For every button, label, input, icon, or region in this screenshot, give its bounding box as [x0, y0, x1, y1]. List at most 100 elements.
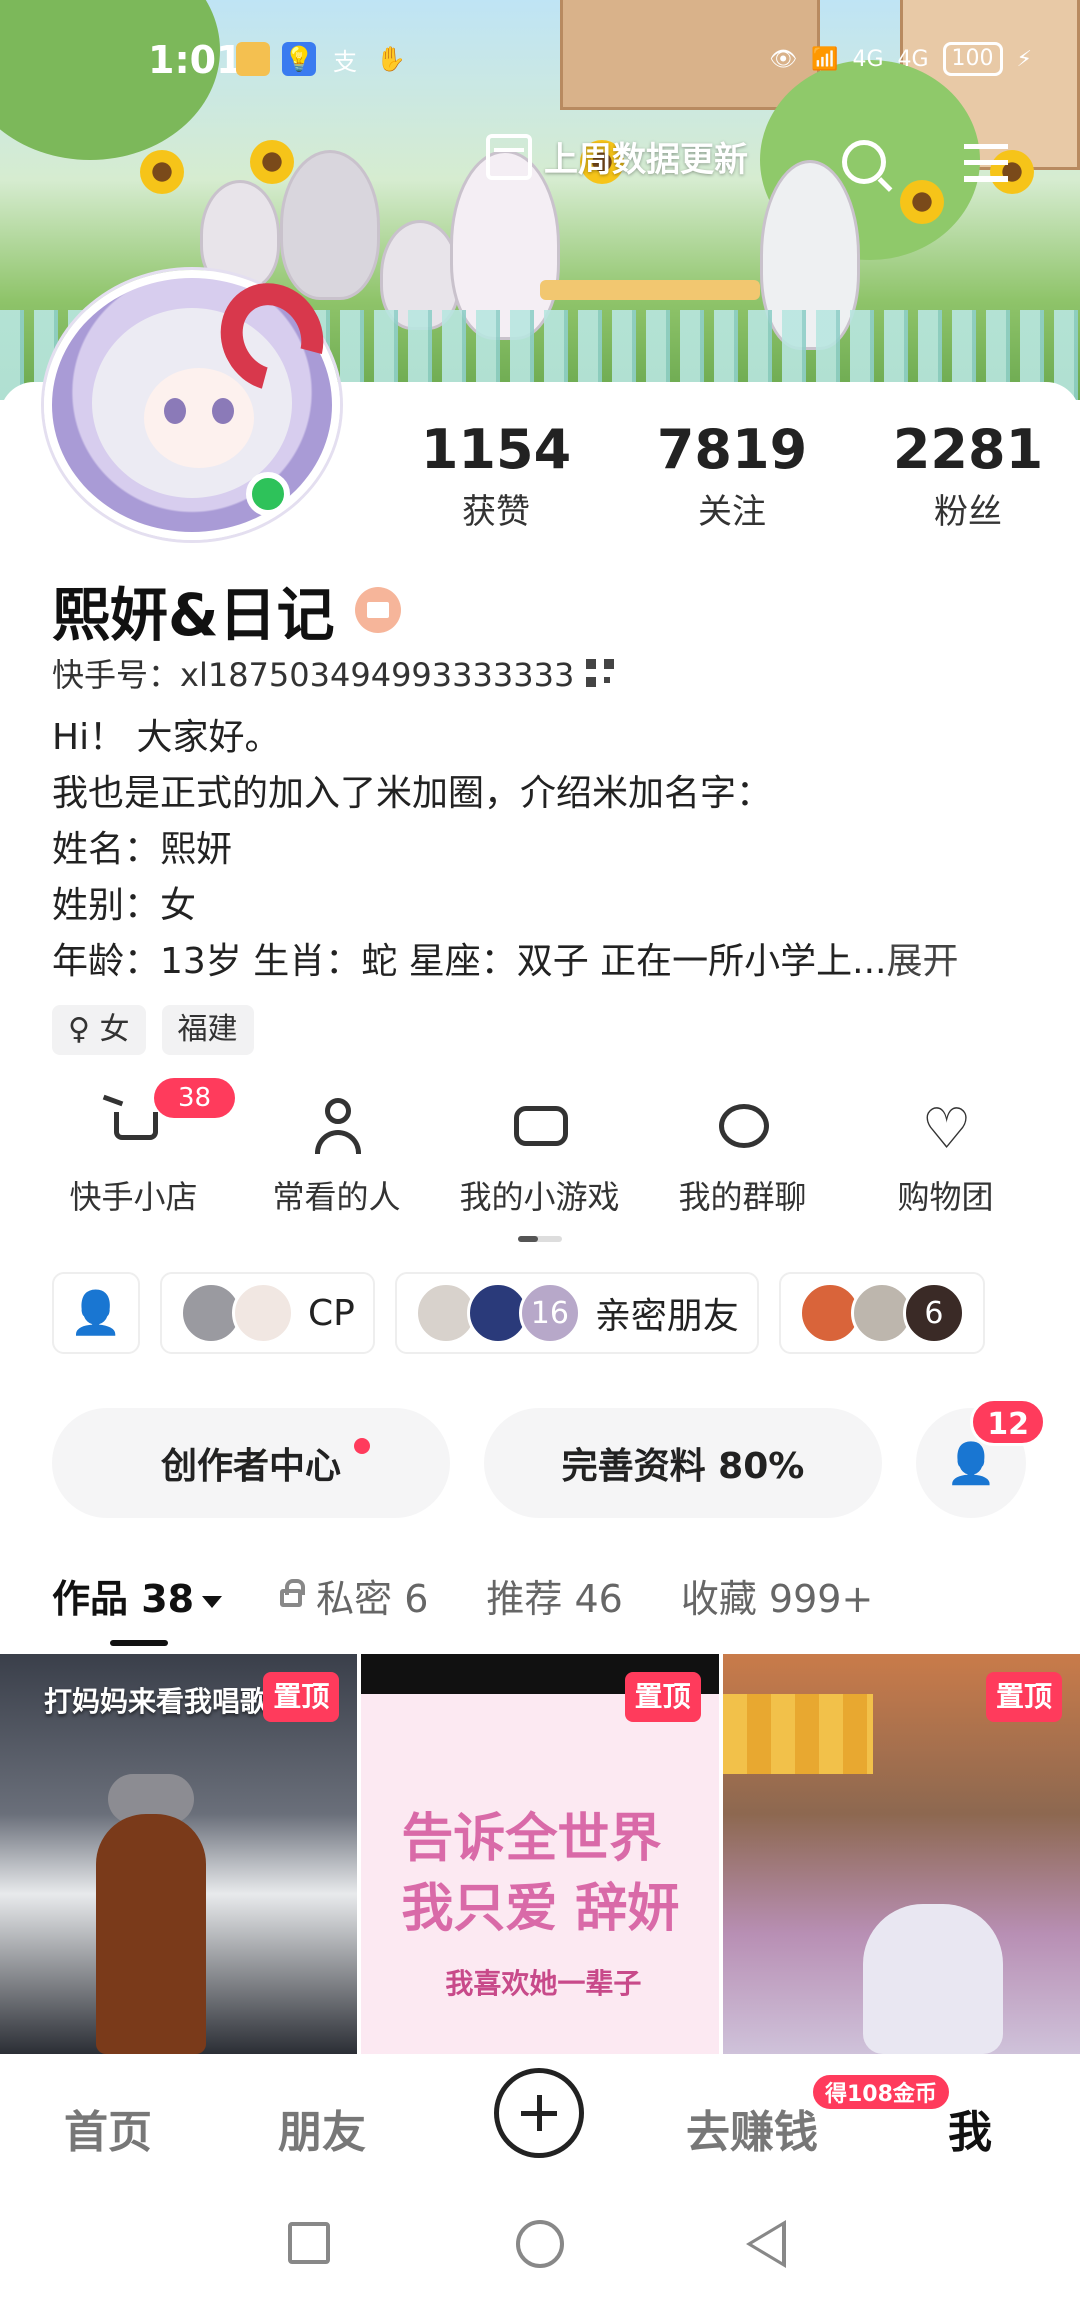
shortcut-shop[interactable]: 快手小店 38预售	[32, 1078, 235, 1218]
stat-followers[interactable]: 2281 粉丝	[850, 418, 1080, 533]
post-caption-line: 我只爱 辞妍	[401, 1879, 680, 1939]
wifi-icon: 📶	[811, 46, 839, 72]
bio: Hi！ 大家好。 我也是正式的加入了米加圈，介绍米加名字： 姓名：熙妍 姓别：女…	[52, 710, 959, 990]
post-caption-small: 我喜欢她一辈子	[445, 1967, 642, 2000]
stat-label: 粉丝	[934, 492, 1002, 532]
close-friends-label: 亲密朋友	[594, 1296, 739, 1337]
page-indicator	[518, 1236, 562, 1242]
badge-icon[interactable]	[354, 587, 401, 633]
nav-home[interactable]: 首页	[64, 2096, 152, 2160]
pinned-badge: 置顶	[263, 1672, 340, 1722]
thumbnail-figure	[96, 1814, 206, 2054]
tag-gender: ♀ 女	[52, 1005, 146, 1055]
thumbnail-awning	[722, 1694, 873, 1774]
shortcut-label: 我的群聊	[678, 1178, 807, 1216]
status-right: 👁 📶 4G 4G 100 ⚡	[769, 42, 1032, 76]
pinned-badge: 置顶	[985, 1672, 1062, 1722]
post-thumbnail[interactable]: 置顶	[722, 1654, 1080, 2054]
shortcuts-row: 快手小店 38预售 常看的人 我的小游戏 我的群聊 ♡ 购物团	[32, 1078, 1048, 1218]
bio-line: 年龄：13岁 生肖：蛇 星座：双子 正在一所小学上...	[52, 941, 887, 982]
signal-label-1: 4G	[852, 46, 884, 72]
shortcut-label: 购物团	[897, 1178, 994, 1216]
stat-label: 关注	[698, 492, 766, 532]
nav-earn[interactable]: 去赚钱	[686, 2096, 818, 2160]
presale-badge: 38预售	[154, 1078, 235, 1153]
recent-apps-icon[interactable]	[288, 2222, 330, 2264]
tab-works[interactable]: 作品 38	[52, 1568, 223, 1646]
tab-label: 推荐 46	[486, 1577, 623, 1621]
sunflower	[250, 140, 294, 184]
stat-label: 获赞	[462, 492, 530, 532]
hand-icon: ✋	[376, 45, 406, 73]
post-thumbnail[interactable]: 告诉全世界 我只爱 辞妍 我喜欢她一辈子 置顶	[361, 1654, 719, 2054]
profile-stats: 1154 获赞 7819 关注 2281 粉丝	[378, 418, 1080, 533]
cp-label: CP	[308, 1292, 355, 1334]
nav-me[interactable]: 我	[948, 2096, 992, 2160]
charging-icon: ⚡	[1016, 46, 1032, 72]
bio-expand-link[interactable]: 展开	[886, 941, 958, 982]
close-friends-card[interactable]: 16 亲密朋友	[394, 1272, 759, 1354]
complete-profile-button[interactable]: 完善资料 80%	[484, 1408, 882, 1518]
shortcut-frequent-people[interactable]: 常看的人	[235, 1096, 438, 1218]
gamepad-icon	[510, 1096, 570, 1156]
post-caption: 告诉全世界 我只爱 辞妍	[401, 1804, 679, 1944]
bio-line: 姓别：女	[52, 885, 197, 926]
post-thumbnail[interactable]: 打妈妈来看我唱歌 置顶	[0, 1654, 358, 2054]
post-caption-line: 告诉全世界	[401, 1809, 662, 1869]
shortcut-mini-games[interactable]: 我的小游戏	[438, 1096, 641, 1218]
name-row: 熙妍&日记	[52, 568, 401, 652]
tab-label: 作品 38	[52, 1577, 195, 1621]
friends-row: 👤 CP 16 亲密朋友 6	[52, 1272, 985, 1354]
bio-line: 姓名：熙妍	[52, 829, 233, 870]
friend-request-badge: 12	[970, 1398, 1046, 1446]
update-label: 上周数据更新	[544, 140, 748, 180]
menu-icon[interactable]	[964, 144, 1008, 182]
banner-character	[280, 150, 380, 300]
more-friends-card[interactable]: 6	[778, 1272, 985, 1354]
sunflower	[900, 180, 944, 224]
avatar-face	[144, 368, 254, 468]
kuaishou-id-row[interactable]: 快手号：xl187503494993333333	[52, 650, 615, 696]
stat-following[interactable]: 7819 关注	[614, 418, 850, 533]
cp-card[interactable]: CP	[160, 1272, 375, 1354]
tag-location: 福建	[161, 1005, 254, 1055]
shortcut-label: 快手小店	[69, 1178, 198, 1216]
tab-recommended[interactable]: 推荐 46	[486, 1568, 622, 1623]
person-clock-icon	[307, 1096, 367, 1156]
back-icon[interactable]	[746, 2220, 786, 2268]
post-caption: 打妈妈来看我唱歌	[44, 1685, 269, 1718]
shortcut-shopping-group[interactable]: ♡ 购物团	[844, 1096, 1047, 1218]
bottom-nav: 首页 朋友 去赚钱 得108金币 我	[0, 2054, 1080, 2192]
stat-value: 2281	[892, 418, 1044, 481]
stat-likes[interactable]: 1154 获赞	[378, 418, 614, 533]
complete-profile-label: 完善资料 80%	[561, 1446, 805, 1487]
system-nav-bar	[0, 2192, 1080, 2310]
posts-grid: 打妈妈来看我唱歌 置顶 告诉全世界 我只爱 辞妍 我喜欢她一辈子 置顶 置顶	[0, 1654, 1080, 2054]
status-bar: 1:01 💡 支 ✋ 👁 📶 4G 4G 100 ⚡	[0, 30, 1080, 90]
stat-value: 1154	[420, 418, 572, 481]
home-icon[interactable]	[516, 2220, 564, 2268]
qr-code-icon[interactable]	[586, 659, 615, 687]
add-friend-button[interactable]: 👤	[52, 1272, 140, 1354]
nav-friends[interactable]: 朋友	[278, 2096, 366, 2160]
avatar-eye	[212, 398, 234, 424]
bio-line: Hi！ 大家好。	[52, 717, 281, 758]
battery-icon: 100	[942, 42, 1003, 76]
shortcut-label: 我的小游戏	[459, 1178, 620, 1216]
profile-name: 熙妍&日记	[52, 581, 335, 649]
banner-table	[540, 280, 760, 300]
friend-requests-button[interactable]: 👤 12	[916, 1398, 1046, 1518]
alipay-icon: 支	[333, 47, 357, 76]
app-notification-icon	[236, 42, 270, 76]
shortcut-group-chats[interactable]: 我的群聊	[641, 1096, 844, 1218]
notification-dot	[354, 1438, 370, 1454]
creator-center-button[interactable]: 创作者中心	[52, 1408, 450, 1518]
calendar-icon	[486, 133, 532, 180]
profile-tags: ♀ 女 福建	[52, 1005, 254, 1055]
data-update-button[interactable]: 上周数据更新	[486, 132, 748, 181]
lock-icon	[280, 1578, 306, 1607]
tab-private[interactable]: 私密 6	[280, 1568, 428, 1623]
search-icon[interactable]	[842, 140, 886, 184]
tab-favorites[interactable]: 收藏 999+	[681, 1568, 873, 1623]
create-post-button[interactable]	[494, 2068, 584, 2158]
